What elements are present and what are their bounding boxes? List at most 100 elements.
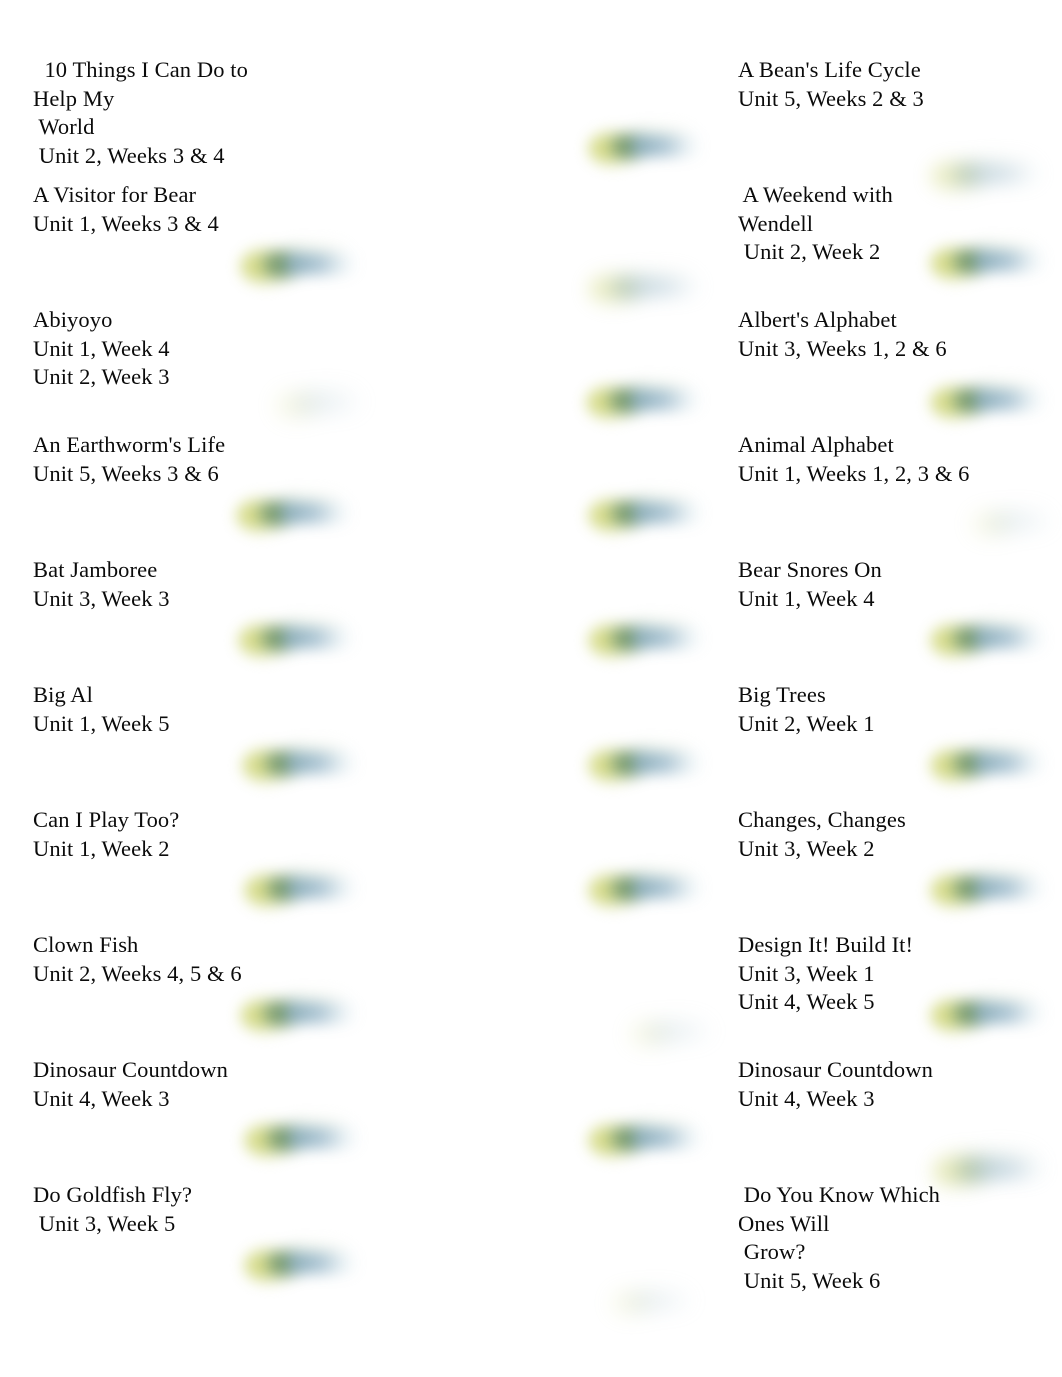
book-entry-text: All About Castles Unit 4, Weeks 4 & 5 <box>700 306 1062 363</box>
book-entry: An Earthworm's Life Unit 5, Weeks 3 & 6 <box>0 431 360 556</box>
book-cover-watermark <box>244 1239 360 1289</box>
book-entry: Big Al Unit 1, Week 5 <box>0 681 360 806</box>
book-entry-text: Clown Fish Unit 2, Weeks 4, 5 & 6 <box>0 931 360 988</box>
book-entry: Changes, Changes Unit 3, Week 2 <box>360 806 906 931</box>
book-cover-watermark <box>244 1114 362 1164</box>
book-entry-text: Big Al Unit 1, Week 5 <box>0 681 360 738</box>
book-unit-line: Unit 5, Weeks 3 & 6 <box>33 460 219 486</box>
book-entry: Do You Know Which Ones Will Grow? Unit 5… <box>700 1148 1062 1306</box>
book-cover-watermark <box>588 1114 706 1164</box>
book-title-line: Bat Jamboree <box>33 557 158 582</box>
book-entry-text: Big Trees Unit 2, Week 1 <box>738 682 875 736</box>
book-entry-text: Can I Play Too? Unit 1, Week 2 <box>0 806 360 863</box>
book-entry: A Bean's Life Cycle Unit 5, Weeks 2 & 3 <box>360 56 924 181</box>
book-cover-watermark <box>588 864 706 914</box>
book-entry-text: A Visitor for Bear Unit 1, Weeks 3 & 4 <box>0 181 360 238</box>
book-entry-text: A Weekend with Wendell Unit 2, Week 2 <box>738 182 893 265</box>
book-title-line: Dinosaur Countdown <box>33 1057 228 1082</box>
book-entry: A Visitor for Bear Unit 1, Weeks 3 & 4 <box>0 181 360 306</box>
book-entry: Classroom Up Close Unit 1, Week 2 & 6 <box>700 806 1062 931</box>
book-entry-text: Dinosaur Armor Unit 4, Weeks 2 & 4 <box>700 931 1062 988</box>
book-entry-text: Design It! Build It! Unit 3, Week 1 Unit… <box>738 932 914 1015</box>
book-entry-text: A House for Hermit Crab Unit 2, Week 6 <box>700 56 1062 142</box>
book-cover-watermark <box>586 376 704 426</box>
book-entry: A House for Hermit Crab Unit 2, Week 6 <box>700 56 1062 195</box>
book-cover-watermark <box>930 237 1048 287</box>
book-entry-text: Dinosaur Countdown Unit 4, Week 3 <box>738 1057 933 1111</box>
book-entry-text: A Bean's Life Cycle Unit 5, Weeks 2 & 3 <box>738 57 924 111</box>
book-entry-text: Animal Alphabet Unit 1, Weeks 1, 2, 3 & … <box>738 432 970 486</box>
book-cover-watermark <box>930 739 1048 789</box>
book-entry: Dinosaur Countdown Unit 4, Week 3 <box>0 1056 360 1181</box>
book-entry: Abiyoyo Unit 1, Week 4 Unit 2, Week 3 <box>0 306 367 431</box>
book-entry-text: Bear Snores On Unit 1, Week 4 <box>738 557 882 611</box>
book-entry: A Weekend with Wendell Unit 2, Week 2 <box>360 181 893 308</box>
book-entry-text: Do You Know Which Ones Will Grow? Unit 5… <box>700 1181 1062 1295</box>
book-entry-text: Do You Know Which Ones Will Grow? Unit 5… <box>738 1182 941 1293</box>
book-entry-text: 10 Things I Can Do to Help My World Unit… <box>0 56 360 170</box>
book-cover-watermark <box>930 376 1048 426</box>
book-unit-line: Unit 1, Week 5 <box>33 710 170 736</box>
book-cover-watermark <box>588 265 706 311</box>
book-title-line: Do Goldfish Fly? <box>33 1182 193 1207</box>
book-unit-line: Unit 2, Week 3 <box>33 364 170 390</box>
book-unit-line: Unit 2, Weeks 3 & 4 <box>33 142 225 168</box>
book-cover-watermark <box>588 489 706 539</box>
book-entry: Bat Jamboree Unit 3, Week 3 <box>0 556 360 681</box>
book-entry: Animal Alphabet Unit 1, Weeks 1, 2, 3 & … <box>360 431 970 556</box>
book-title-line: World <box>33 114 95 140</box>
book-cover-watermark <box>244 864 360 914</box>
book-unit-line: Unit 3, Week 5 <box>33 1210 176 1236</box>
book-entry: Dinosaurs Big and Small Unit 4, Weeks 2 … <box>700 1056 1062 1191</box>
book-entry: Albert's Alphabet Unit 3, Weeks 1, 2 & 6 <box>360 306 947 431</box>
book-unit-line: Unit 4, Week 3 <box>33 1085 170 1111</box>
book-entry: Dinosaur Countdown Unit 4, Week 3 <box>360 1056 933 1181</box>
book-title-line: 10 Things I Can Do to <box>33 57 249 82</box>
book-title-line: Can I Play Too? <box>33 807 180 832</box>
book-cover-watermark <box>240 989 360 1039</box>
book-entry: All About Castles Unit 4, Weeks 4 & 5 <box>700 306 1062 431</box>
book-unit-line: Unit 3, Week 3 <box>33 585 170 611</box>
document-page: 10 Things I Can Do to Help My World Unit… <box>0 0 1062 1377</box>
book-entry: Do You Know Which Ones Will Grow? Unit 5… <box>360 1181 941 1317</box>
book-entry-text: Albert's Alphabet Unit 3, Weeks 1, 2 & 6 <box>738 307 947 361</box>
book-cover-watermark <box>242 739 360 789</box>
book-entry-text: An Earthworm's Life Unit 5, Weeks 3 & 6 <box>0 431 360 488</box>
book-unit-line: Unit 1, Week 4 <box>33 335 170 361</box>
book-unit-line: Unit 2, Weeks 4, 5 & 6 <box>33 960 242 986</box>
book-entry: Can I Play Too? Unit 1, Week 2 <box>0 806 360 931</box>
book-entry: Bear Snores On Unit 1, Week 4 <box>700 556 1062 681</box>
book-cover-watermark <box>930 989 1048 1039</box>
book-entry: Do Goldfish Fly? Unit 3, Week 5 <box>0 1181 360 1306</box>
book-title-line: Help My <box>33 85 115 111</box>
book-entry-text: Are You Ready to Play Outside ? Unit 3, … <box>700 431 1062 517</box>
book-title-line: An Earthworm's Life <box>33 432 226 457</box>
book-cover-watermark <box>930 864 1048 914</box>
book-cover-watermark <box>588 122 704 172</box>
book-entry-text: Do Goldfish Fly? Unit 3, Week 5 <box>0 1181 360 1238</box>
book-entry: Bear Snores On Unit 1, Week 4 <box>360 556 882 681</box>
book-entry-text: Bread Comes to Life Unit 5, Week 4 <box>700 681 1062 738</box>
book-entry-text: Dinosaur Countdown Unit 4, Week 3 <box>0 1056 360 1113</box>
book-entry: Are You Ready to Play Outside ? Unit 3, … <box>700 431 1062 556</box>
book-entry-grid: 10 Things I Can Do to Help My World Unit… <box>0 56 1062 1317</box>
book-unit-line: Unit 1, Weeks 3 & 4 <box>33 210 219 236</box>
book-title-line: Big Al <box>33 682 93 707</box>
book-entry-text: Abiyoyo Returns Unit 2, Week 3 <box>700 181 1062 238</box>
book-entry-text: Changes, Changes Unit 3, Week 2 <box>738 807 906 861</box>
book-entry-text: Bear Snores On Unit 1, Week 4 <box>700 556 1062 613</box>
book-title-line: Clown Fish <box>33 932 139 957</box>
book-cover-watermark <box>588 739 706 789</box>
book-entry-text: Bat Jamboree Unit 3, Week 3 <box>0 556 360 613</box>
book-entry: Bread Comes to Life Unit 5, Week 4 <box>700 681 1062 806</box>
book-title-line: A Visitor for Bear <box>33 182 197 207</box>
book-entry-text: Dinosaurs Big and Small Unit 4, Weeks 2 … <box>700 1056 1062 1142</box>
book-unit-line: Unit 1, Week 2 <box>33 835 170 861</box>
book-entry-text: Classroom Up Close Unit 1, Week 2 & 6 <box>700 806 1062 863</box>
book-entry: Big Trees Unit 2, Week 1 <box>360 681 875 806</box>
book-title-line: Abiyoyo <box>33 307 113 332</box>
book-entry: Clown Fish Unit 2, Weeks 4, 5 & 6 <box>0 931 360 1056</box>
book-entry-text: Abiyoyo Unit 1, Week 4 Unit 2, Week 3 <box>0 306 360 392</box>
book-entry: 10 Things I Can Do to Help My World Unit… <box>0 56 360 181</box>
book-entry: Design It! Build It! Unit 3, Week 1 Unit… <box>360 931 914 1056</box>
